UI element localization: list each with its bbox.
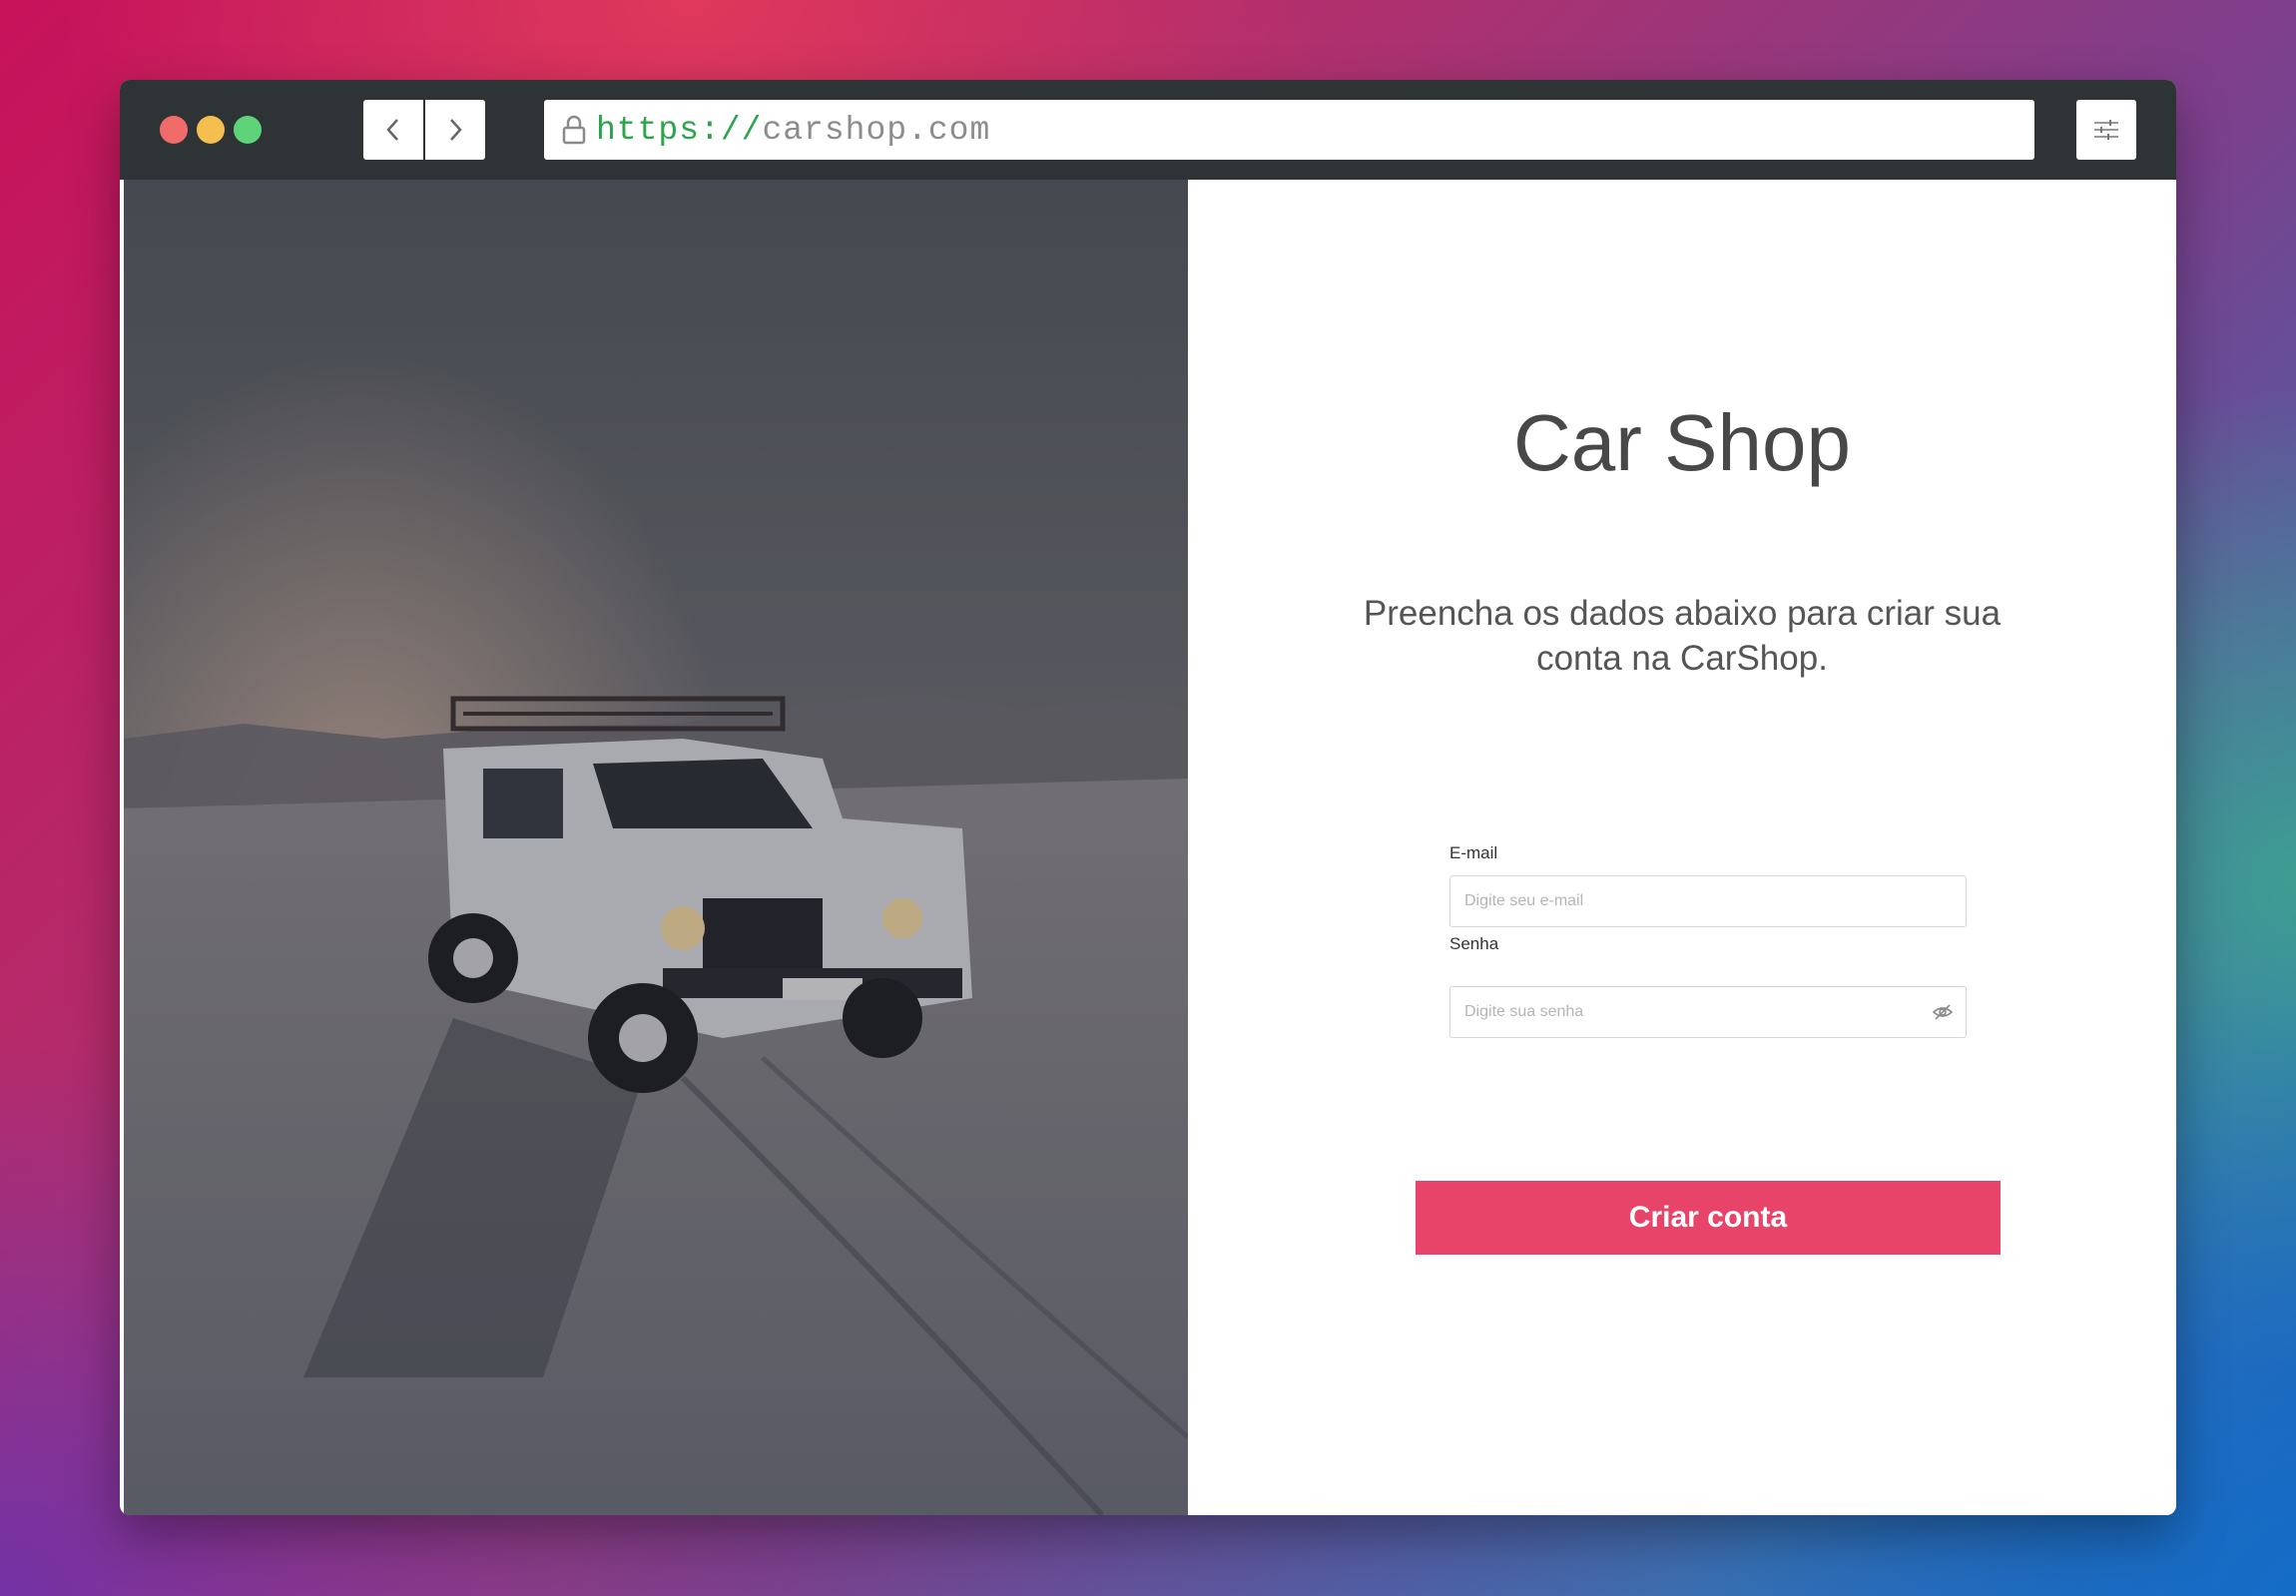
subtitle-line-1: Preencha os dados abaixo para criar sua [1363,594,2002,633]
page-title: Car Shop [1513,398,1851,487]
email-placeholder: Digite seu e-mail [1464,892,1584,909]
password-placeholder: Digite sua senha [1464,1003,1584,1020]
close-window-button[interactable] [160,116,188,144]
email-field[interactable]: Digite seu e-mail [1449,875,1967,927]
forward-icon [450,119,462,141]
password-field[interactable]: Digite sua senha [1449,986,1967,1038]
hero-photo [124,180,1188,1515]
url-host: carshop.com [762,111,991,149]
create-account-button[interactable]: Criar conta [1416,1181,2001,1255]
url-scheme: https:// [596,111,763,149]
lock-icon [558,110,590,150]
password-label: Senha [1449,934,1499,953]
minimize-window-button[interactable] [197,116,225,144]
signup-subtitle: Preencha os dados abaixo para criar sua … [1358,591,2007,681]
settings-sliders-icon [2094,120,2118,140]
email-label: E-mail [1449,843,1498,862]
eye-off-icon[interactable] [1932,1001,1954,1023]
address-bar[interactable]: https://carshop.com [544,100,2034,160]
maximize-window-button[interactable] [234,116,262,144]
settings-button[interactable] [2076,100,2136,160]
back-button[interactable] [363,100,423,160]
forward-button[interactable] [425,100,485,160]
browser-titlebar: https://carshop.com [120,80,2176,180]
browser-window: https://carshop.com Car Shop Preencha os… [120,80,2176,1515]
signup-panel: Car Shop Preencha os dados abaixo para c… [1188,180,2176,1515]
subtitle-line-2: conta na CarShop. [1536,639,1828,678]
back-icon [386,119,398,141]
url-text: https://carshop.com [596,112,990,149]
